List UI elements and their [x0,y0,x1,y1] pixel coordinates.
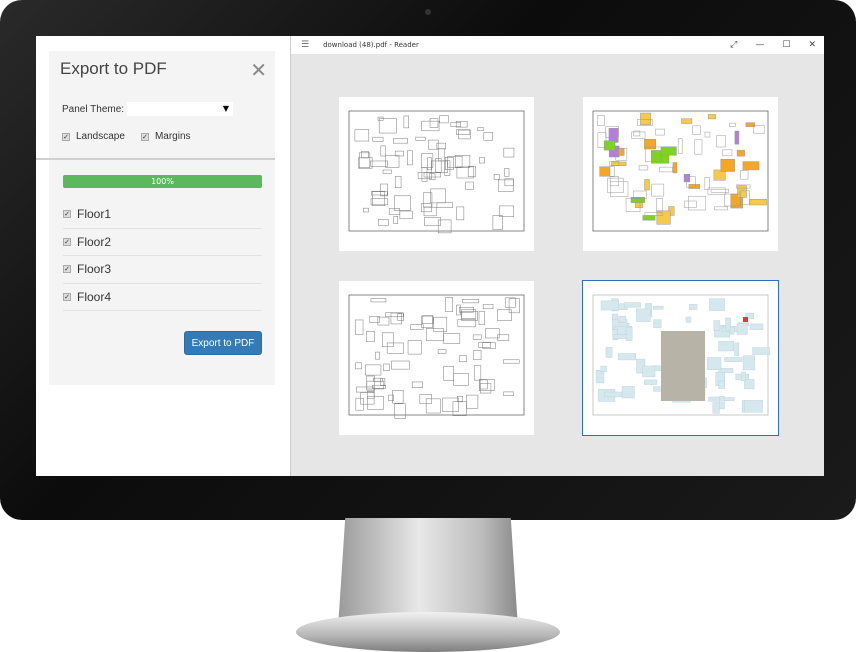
checkbox-icon: ✓ [140,132,149,141]
floor-checkbox[interactable]: ✓ Floor3 [63,256,262,284]
maximize-icon[interactable]: ☐ [782,36,790,54]
margins-label: Margins [154,131,191,142]
panel-theme-select[interactable]: ▼ [127,102,234,116]
camera [425,9,431,15]
floor-label: Floor4 [77,289,112,304]
minimize-icon[interactable]: — [755,36,764,54]
floor-plan-image [348,110,525,234]
page-thumbnail-4[interactable] [582,280,779,436]
close-icon[interactable]: ✕ [250,60,267,80]
dropdown-arrow-icon: ▼ [222,104,230,113]
floor-label: Floor2 [77,234,112,249]
title-bar: ☰ download (48).pdf - Reader ⤢ — ☐ ✕ [291,36,824,54]
divider [36,158,275,160]
margins-checkbox[interactable]: ✓ Margins [140,131,191,142]
dialog-title: Export to PDF [60,59,167,78]
page-thumbnail-2[interactable] [583,97,778,251]
floor-checkbox[interactable]: ✓ Floor4 [63,284,262,311]
floor-label: Floor1 [77,207,112,222]
floor-plan-image [592,294,771,416]
checkbox-icon: ✓ [63,265,71,274]
screen: Export to PDF ✕ Panel Theme: ▼ ✓ Landscap… [36,36,824,476]
export-to-pdf-button[interactable]: Export to PDF [184,331,262,355]
panel-theme-label: Panel Theme: [62,103,125,115]
page-thumbnail-3[interactable] [339,281,534,435]
checkbox-icon: ✓ [63,292,71,301]
window-title: download (48).pdf - Reader [323,41,419,49]
page-thumbnail-1[interactable] [339,97,534,251]
hamburger-icon[interactable]: ☰ [301,40,309,50]
app-pane: Export to PDF ✕ Panel Theme: ▼ ✓ Landscap… [36,36,291,476]
monitor-base [296,612,560,652]
floor-plan-image [592,110,769,232]
close-icon[interactable]: ✕ [808,36,816,54]
floor-plan-image [348,294,525,419]
floor-label: Floor3 [77,262,112,277]
progress-bar: 100% [63,175,262,188]
export-dialog: Export to PDF ✕ Panel Theme: ▼ ✓ Landscap… [36,51,275,385]
floor-checkbox[interactable]: ✓ Floor2 [63,229,262,256]
expand-icon[interactable]: ⤢ [730,36,737,54]
checkbox-icon: ✓ [63,237,71,246]
checkbox-icon: ✓ [63,210,71,219]
floor-list: ✓ Floor1 ✓ Floor2 ✓ Floor3 ✓ Floor4 [63,201,262,311]
landscape-checkbox[interactable]: ✓ Landscape [62,131,125,142]
checkbox-icon: ✓ [62,132,70,141]
pdf-reader: ☰ download (48).pdf - Reader ⤢ — ☐ ✕ [291,36,824,476]
landscape-label: Landscape [76,131,125,142]
floor-checkbox[interactable]: ✓ Floor1 [63,201,262,229]
